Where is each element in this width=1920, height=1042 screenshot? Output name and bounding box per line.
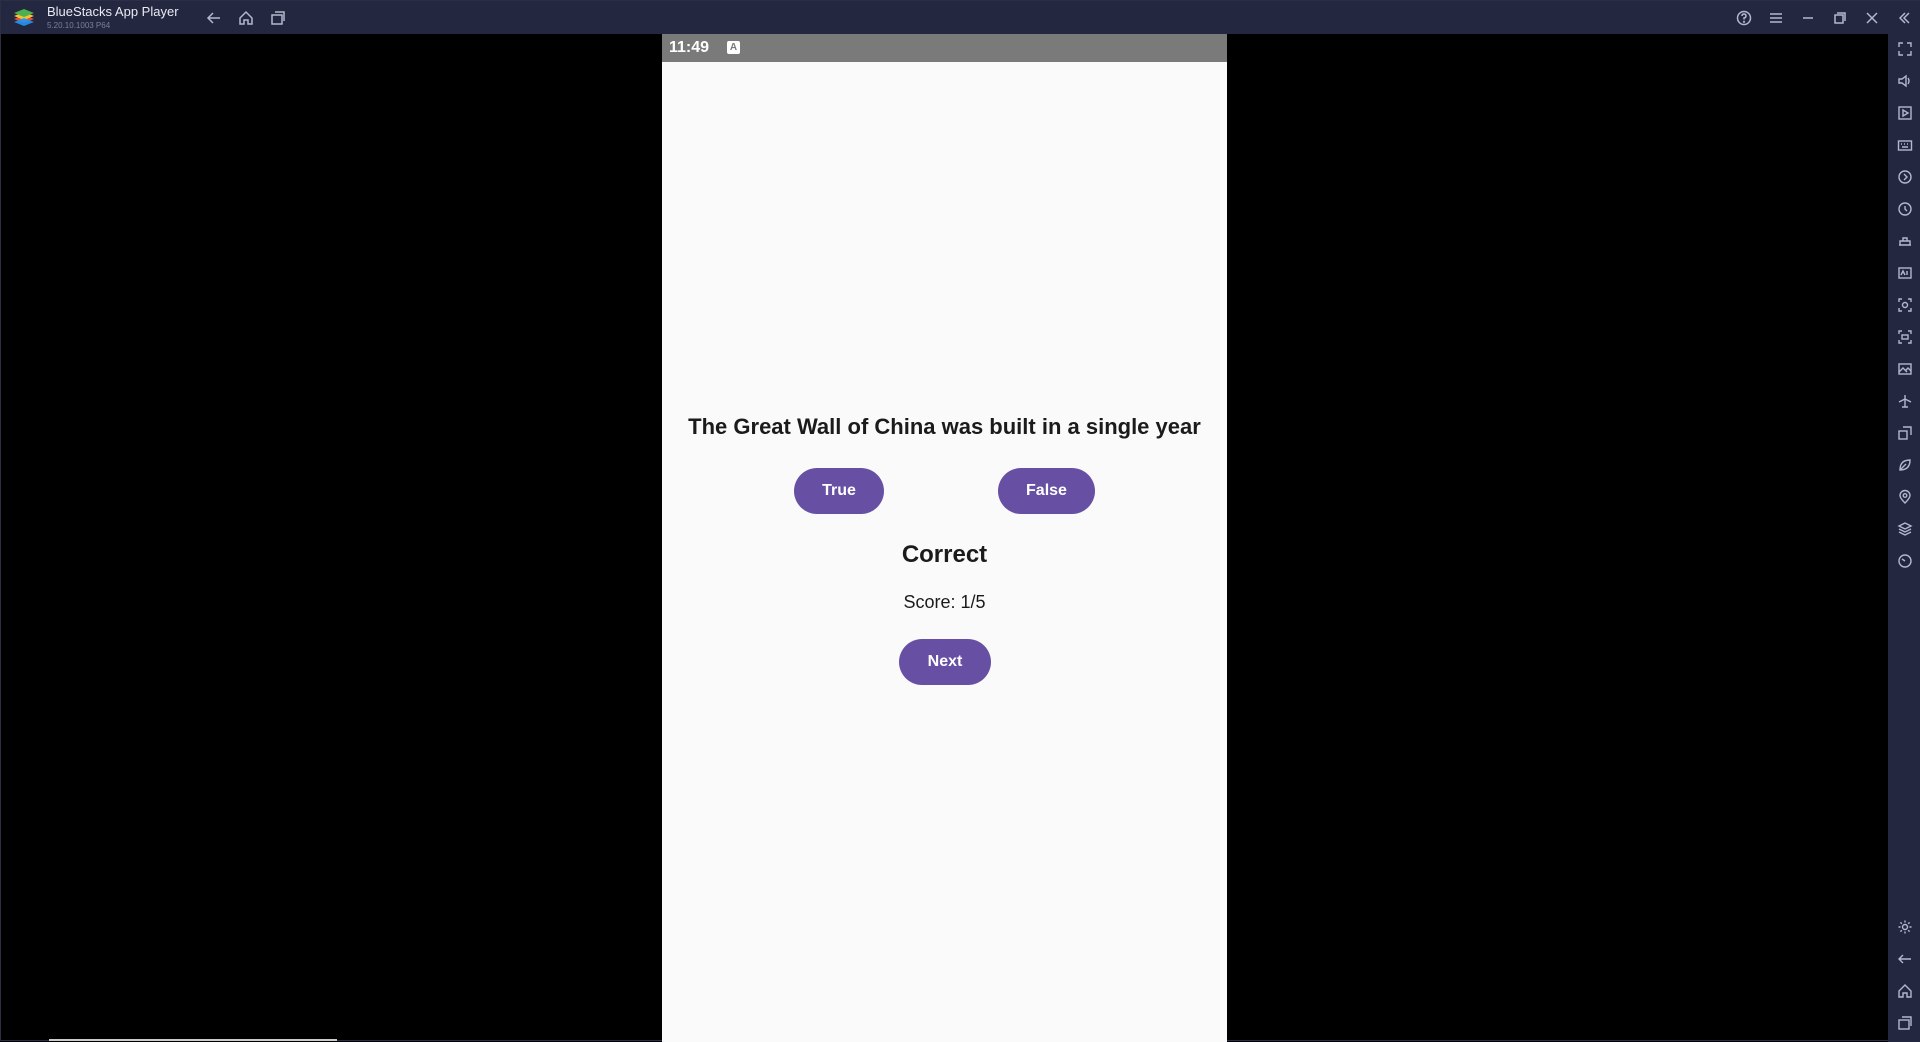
home-icon — [1898, 984, 1912, 998]
gallery-icon — [1898, 363, 1912, 375]
help-button[interactable] — [1733, 7, 1755, 29]
android-home-button[interactable] — [1896, 982, 1914, 1000]
record-button[interactable] — [1896, 328, 1914, 346]
location-icon — [1899, 489, 1911, 504]
media-icon — [1898, 106, 1912, 120]
menu-button[interactable] — [1765, 7, 1787, 29]
sync-icon — [1898, 202, 1912, 216]
question-text: The Great Wall of China was built in a s… — [688, 414, 1201, 439]
eco-mode-icon — [1899, 459, 1911, 471]
record-icon — [1898, 330, 1912, 344]
layers-button[interactable] — [1896, 520, 1914, 538]
volume-button[interactable] — [1896, 72, 1914, 90]
fullscreen-icon — [1898, 42, 1912, 56]
eco-mode-button[interactable] — [1896, 456, 1914, 474]
layers-icon — [1897, 522, 1913, 536]
rotate-button[interactable] — [1896, 168, 1914, 186]
recents-icon — [1898, 1016, 1912, 1030]
macro-button[interactable] — [1896, 232, 1914, 250]
speed-icon — [1898, 554, 1912, 568]
resize-button[interactable] — [1896, 424, 1914, 442]
macro-icon — [1899, 237, 1911, 246]
next-button[interactable]: Next — [899, 639, 991, 685]
bluestacks-window: BlueStacks App Player 5.20.10.1003 P64 1… — [0, 0, 1920, 1042]
multi-instance-icon — [1898, 267, 1912, 279]
location-button[interactable] — [1896, 488, 1914, 506]
minimize-icon — [1803, 17, 1813, 19]
speed-button[interactable] — [1896, 552, 1914, 570]
true-button[interactable]: True — [794, 468, 884, 514]
settings-icon — [1898, 920, 1912, 934]
close-button[interactable] — [1861, 7, 1883, 29]
app-version: 5.20.10.1003 P64 — [47, 21, 111, 30]
airplane-button[interactable] — [1896, 392, 1914, 410]
resize-icon — [1898, 426, 1912, 440]
minimize-button[interactable] — [1797, 7, 1819, 29]
media-button[interactable] — [1896, 104, 1914, 122]
gallery-button[interactable] — [1896, 360, 1914, 378]
settings-button[interactable] — [1896, 918, 1914, 936]
collapse-sidebar-icon — [1898, 12, 1910, 24]
menu-icon — [1770, 13, 1782, 23]
title-bar: BlueStacks App Player 5.20.10.1003 P64 — [1, 1, 1920, 34]
screenshot-icon — [1898, 298, 1912, 312]
false-button[interactable]: False — [998, 468, 1095, 514]
close-icon — [1866, 12, 1878, 24]
restore-icon — [1834, 12, 1846, 24]
help-icon — [1736, 10, 1752, 26]
sync-button[interactable] — [1896, 200, 1914, 218]
recents-icon — [271, 11, 285, 25]
android-screen: 11:49 A The Great Wall of China was buil… — [662, 34, 1227, 1042]
android-back-button[interactable] — [1896, 950, 1914, 968]
score-text: Score: 1/5 — [903, 592, 986, 612]
notification-icon: A — [727, 41, 740, 54]
fullscreen-button[interactable] — [1896, 40, 1914, 58]
recents-button[interactable] — [267, 7, 289, 29]
result-text: Correct — [901, 541, 988, 568]
android-recents-button[interactable] — [1896, 1014, 1914, 1032]
status-bar: 11:49 A — [662, 34, 1227, 62]
volume-icon — [1898, 74, 1910, 88]
restore-button[interactable] — [1829, 7, 1851, 29]
bluestacks-logo-icon — [14, 9, 34, 26]
status-clock: 11:49 — [669, 39, 710, 56]
airplane-icon — [1898, 395, 1912, 408]
home-button[interactable] — [235, 7, 257, 29]
multi-instance-button[interactable] — [1896, 264, 1914, 282]
back-icon — [206, 12, 220, 24]
back-button[interactable] — [203, 7, 225, 29]
back-icon — [1898, 954, 1911, 964]
keyboard-button[interactable] — [1896, 136, 1914, 154]
app-title: BlueStacks App Player — [47, 4, 179, 19]
home-icon — [239, 10, 253, 25]
keyboard-icon — [1897, 140, 1913, 151]
right-sidebar — [1888, 34, 1920, 1042]
screenshot-button[interactable] — [1896, 296, 1914, 314]
collapse-sidebar-button[interactable] — [1893, 7, 1915, 29]
rotate-icon — [1898, 170, 1912, 184]
